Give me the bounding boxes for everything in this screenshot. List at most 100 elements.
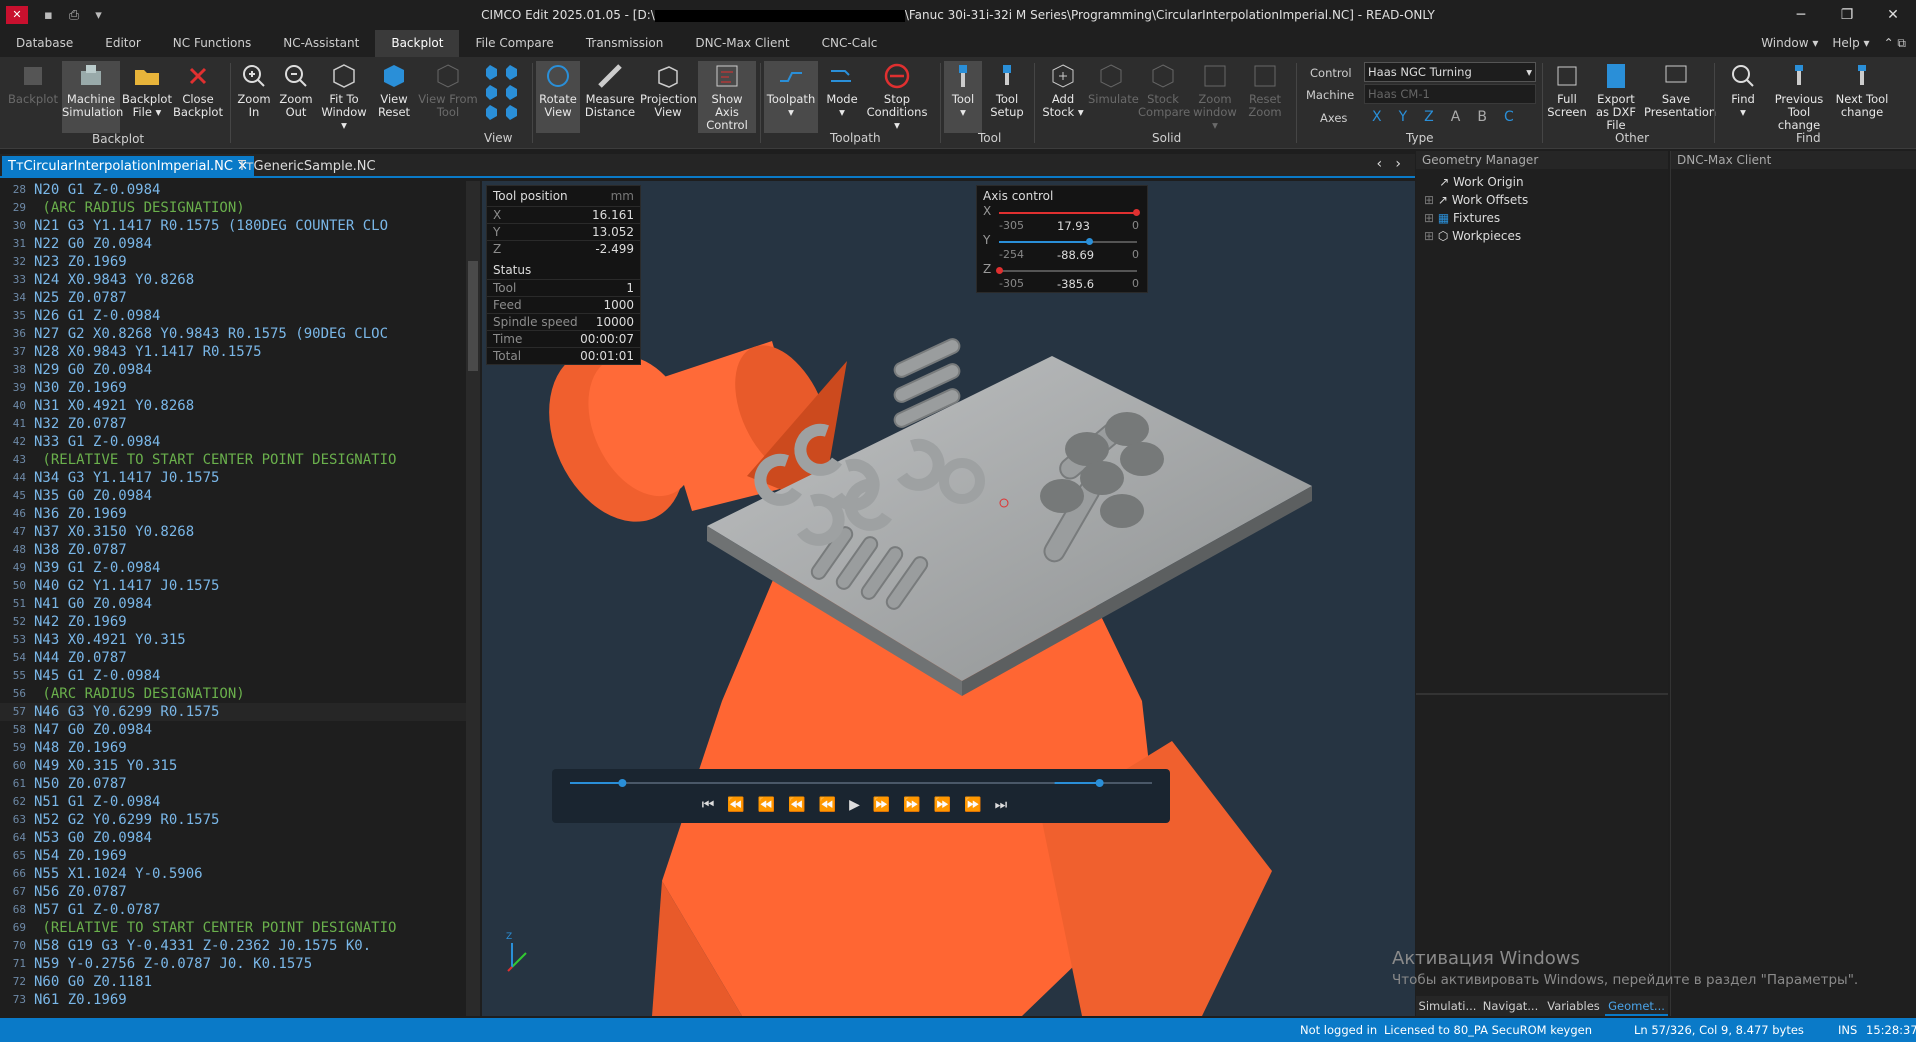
- playback-buttons[interactable]: ⏮⏪⏪⏪⏪▶⏩⏩⏩⏩⏭: [552, 797, 1170, 813]
- code-line[interactable]: 63 N52 G2 Y0.6299 R0.1575: [0, 811, 478, 829]
- tree-item-work-offsets[interactable]: ⊞ ↗ Work Offsets: [1424, 191, 1668, 209]
- tab-variables[interactable]: Variables: [1542, 996, 1605, 1016]
- backplot-button[interactable]: Backplot: [6, 61, 60, 106]
- code-text[interactable]: N56 Z0.0787: [34, 883, 127, 901]
- code-line[interactable]: 66 N55 X1.1024 Y-0.5906: [0, 865, 478, 883]
- axis-row-y[interactable]: Y -254 -88.69 0: [977, 233, 1147, 264]
- axis-b-toggle[interactable]: B: [1477, 109, 1487, 125]
- app-logo-icon[interactable]: ✕: [6, 6, 28, 24]
- machine-simulation-button[interactable]: Machine Simulation: [62, 61, 123, 133]
- stock-compare-button[interactable]: Stock Compare: [1138, 61, 1190, 119]
- code-text[interactable]: N24 X0.9843 Y0.8268: [34, 271, 194, 289]
- file-tab-generic[interactable]: TᴛGenericSample.NC: [232, 156, 382, 178]
- stop-conditions-button[interactable]: Stop Conditions ▾: [864, 61, 930, 132]
- playback-slider[interactable]: [552, 773, 1170, 793]
- code-line[interactable]: 68 N57 G1 Z-0.0787: [0, 901, 478, 919]
- code-text[interactable]: N34 G3 Y1.1417 J0.1575: [34, 469, 219, 487]
- tree-item-fixtures[interactable]: ⊞ ▦ Fixtures: [1424, 209, 1668, 227]
- code-line[interactable]: 32 N23 Z0.1969: [0, 253, 478, 271]
- code-line[interactable]: 58 N47 G0 Z0.0984: [0, 721, 478, 739]
- code-line[interactable]: 49 N39 G1 Z-0.0984: [0, 559, 478, 577]
- code-text[interactable]: (ARC RADIUS DESIGNATION): [34, 685, 244, 703]
- code-line[interactable]: 54 N44 Z0.0787: [0, 649, 478, 667]
- code-line[interactable]: 41 N32 Z0.0787: [0, 415, 478, 433]
- code-line[interactable]: 46 N36 Z0.1969: [0, 505, 478, 523]
- zoom-in-button[interactable]: Zoom In: [234, 61, 274, 119]
- projection-view-button[interactable]: Projection View: [640, 61, 697, 119]
- code-line[interactable]: 39 N30 Z0.1969: [0, 379, 478, 397]
- code-text[interactable]: N44 Z0.0787: [34, 649, 127, 667]
- code-text[interactable]: N55 X1.1024 Y-0.5906: [34, 865, 203, 883]
- code-text[interactable]: N29 G0 Z0.0984: [34, 361, 152, 379]
- tab-file-compare[interactable]: File Compare: [459, 30, 569, 57]
- code-editor[interactable]: 28 N20 G1 Z-0.0984 29 (ARC RADIUS DESIGNAT…: [0, 181, 478, 1016]
- code-line[interactable]: 40 N31 X0.4921 Y0.8268: [0, 397, 478, 415]
- export-dxf-button[interactable]: Export as DXF File: [1590, 61, 1642, 132]
- close-window-button[interactable]: ✕: [1870, 0, 1916, 30]
- measure-distance-button[interactable]: Measure Distance: [582, 61, 638, 119]
- code-text[interactable]: N32 Z0.0787: [34, 415, 127, 433]
- window-menu[interactable]: Window ▾: [1761, 36, 1818, 51]
- code-text[interactable]: N38 Z0.0787: [34, 541, 127, 559]
- view-cubes-grid[interactable]: [486, 61, 526, 124]
- code-text[interactable]: N58 G19 G3 Y-0.4331 Z-0.2362 J0.1575 K0.: [34, 937, 371, 955]
- tool-button[interactable]: Tool ▾: [944, 61, 982, 133]
- code-text[interactable]: N37 X0.3150 Y0.8268: [34, 523, 194, 541]
- code-text[interactable]: N33 G1 Z-0.0984: [34, 433, 160, 451]
- print-icon[interactable]: ⎙: [69, 8, 79, 23]
- axis-row-x[interactable]: X -305 17.93 0: [977, 204, 1147, 235]
- tab-transmission[interactable]: Transmission: [570, 30, 680, 57]
- minimize-button[interactable]: ─: [1778, 0, 1824, 30]
- code-text[interactable]: N25 Z0.0787: [34, 289, 127, 307]
- code-line[interactable]: 56 (ARC RADIUS DESIGNATION): [0, 685, 478, 703]
- code-text[interactable]: N30 Z0.1969: [34, 379, 127, 397]
- tree-item-workpieces[interactable]: ⊞ ⬡ Workpieces: [1424, 227, 1668, 245]
- axis-c-toggle[interactable]: C: [1504, 109, 1514, 125]
- reset-zoom-button[interactable]: Reset Zoom: [1242, 61, 1288, 119]
- tab-scroll-arrows[interactable]: ‹ ›: [1376, 156, 1401, 172]
- code-line[interactable]: 48 N38 Z0.0787: [0, 541, 478, 559]
- code-line[interactable]: 36 N27 G2 X0.8268 Y0.9843 R0.1575 (90DEG …: [0, 325, 478, 343]
- toolpath-button[interactable]: Toolpath ▾: [764, 61, 818, 133]
- code-text[interactable]: N52 G2 Y0.6299 R0.1575: [34, 811, 219, 829]
- code-line[interactable]: 44 N34 G3 Y1.1417 J0.1575: [0, 469, 478, 487]
- tool-setup-button[interactable]: Tool Setup: [986, 61, 1028, 119]
- view-from-tool-button[interactable]: View From Tool: [418, 61, 478, 119]
- code-text[interactable]: N47 G0 Z0.0984: [34, 721, 152, 739]
- fit-to-window-button[interactable]: Fit To Window ▾: [318, 61, 370, 132]
- code-line[interactable]: 53 N43 X0.4921 Y0.315: [0, 631, 478, 649]
- code-text[interactable]: N28 X0.9843 Y1.1417 R0.1575: [34, 343, 262, 361]
- code-text[interactable]: N48 Z0.1969: [34, 739, 127, 757]
- code-line[interactable]: 59 N48 Z0.1969: [0, 739, 478, 757]
- code-line[interactable]: 31 N22 G0 Z0.0984: [0, 235, 478, 253]
- editor-scrollbar[interactable]: [466, 181, 480, 1016]
- axis-handle[interactable]: [996, 267, 1003, 274]
- code-line[interactable]: 72 N60 G0 Z0.1181: [0, 973, 478, 991]
- axis-handle[interactable]: [1132, 209, 1140, 216]
- close-backplot-button[interactable]: Close Backplot: [172, 61, 224, 119]
- code-text[interactable]: (RELATIVE TO START CENTER POINT DESIGNAT…: [34, 451, 396, 469]
- code-line[interactable]: 38 N29 G0 Z0.0984: [0, 361, 478, 379]
- code-text[interactable]: N41 G0 Z0.0984: [34, 595, 152, 613]
- backplot-file-button[interactable]: Backplot File ▾: [122, 61, 172, 119]
- rotate-view-button[interactable]: Rotate View: [536, 61, 580, 133]
- show-axis-control-button[interactable]: Show Axis Control: [698, 61, 756, 133]
- code-line[interactable]: 52 N42 Z0.1969: [0, 613, 478, 631]
- code-line[interactable]: 34 N25 Z0.0787: [0, 289, 478, 307]
- tab-geometry[interactable]: Geomet...: [1605, 996, 1668, 1016]
- code-text[interactable]: (RELATIVE TO START CENTER POINT DESIGNAT…: [34, 919, 396, 937]
- view-reset-button[interactable]: View Reset: [372, 61, 416, 119]
- code-line[interactable]: 47 N37 X0.3150 Y0.8268: [0, 523, 478, 541]
- code-line[interactable]: 70 N58 G19 G3 Y-0.4331 Z-0.2362 J0.1575 K…: [0, 937, 478, 955]
- code-text[interactable]: N60 G0 Z0.1181: [34, 973, 152, 991]
- add-stock-button[interactable]: Add Stock ▾: [1038, 61, 1088, 119]
- code-line[interactable]: 45 N35 G0 Z0.0984: [0, 487, 478, 505]
- customize-dropdown-icon[interactable]: ▾: [95, 8, 102, 23]
- axis-a-toggle[interactable]: A: [1451, 109, 1461, 125]
- tab-backplot[interactable]: Backplot: [375, 30, 460, 57]
- code-line[interactable]: 71 N59 Y-0.2756 Z-0.0787 J0. K0.1575: [0, 955, 478, 973]
- tab-navigator[interactable]: Navigat...: [1479, 996, 1542, 1016]
- code-text[interactable]: N36 Z0.1969: [34, 505, 127, 523]
- code-text[interactable]: N46 G3 Y0.6299 R0.1575: [34, 703, 219, 721]
- code-text[interactable]: N31 X0.4921 Y0.8268: [34, 397, 194, 415]
